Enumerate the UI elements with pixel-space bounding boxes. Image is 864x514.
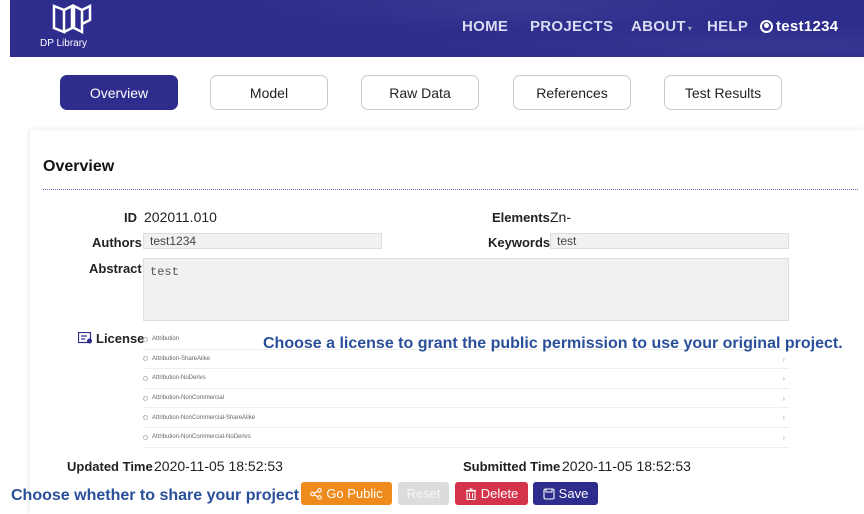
abstract-textarea[interactable]: test (143, 258, 789, 321)
elements-value: Zn- (550, 209, 571, 225)
save-label: Save (558, 486, 589, 501)
logo-text: DP Library (40, 38, 88, 49)
chevron-right-icon: › (782, 432, 785, 442)
go-public-label: Go Public (326, 486, 383, 501)
certificate-icon (78, 332, 92, 344)
tab-overview[interactable]: Overview (60, 75, 178, 110)
radio-icon (143, 356, 148, 362)
updated-time-value: 2020-11-05 18:52:53 (154, 458, 283, 474)
tab-test-results[interactable]: Test Results (664, 75, 782, 110)
username: test1234 (776, 18, 839, 35)
keywords-field[interactable]: test (550, 233, 789, 249)
authors-field[interactable]: test1234 (143, 233, 382, 249)
chevron-down-icon: ▾ (687, 24, 693, 33)
license-option-noncommercial-sharealike[interactable]: Attribution-NonCommercial-ShareAlike › (143, 408, 789, 428)
license-option-label: Attribution (152, 336, 180, 343)
user-menu[interactable]: test1234 (760, 18, 838, 35)
chevron-right-icon: › (782, 374, 785, 384)
nav-help[interactable]: HELP (707, 18, 748, 35)
radio-icon (143, 395, 148, 401)
license-option-label: Attribution-NoDerivs (152, 375, 206, 382)
license-option-noncommercial-noderivs[interactable]: Attribution-NonCommercial-NoDerivs › (143, 428, 789, 448)
chevron-right-icon: › (782, 393, 785, 403)
chevron-right-icon: › (782, 354, 785, 364)
radio-icon (143, 415, 148, 421)
license-hint: Choose a license to grant the public per… (263, 335, 843, 352)
nav-projects[interactable]: PROJECTS (530, 18, 613, 35)
license-label: License (96, 331, 145, 346)
chevron-right-icon: › (782, 413, 785, 423)
overview-card (30, 130, 864, 514)
tab-references[interactable]: References (513, 75, 631, 110)
reset-button[interactable]: Reset (398, 482, 449, 505)
submitted-time-label: Submitted Time (463, 459, 561, 474)
license-option-label: Attribution-NonCommercial (152, 395, 225, 402)
section-divider (43, 189, 858, 190)
id-value: 202011.010 (144, 209, 217, 225)
submitted-time-value: 2020-11-05 18:52:53 (562, 458, 691, 474)
delete-label: Delete (480, 486, 519, 501)
radio-icon (143, 434, 148, 440)
nav-home[interactable]: HOME (462, 18, 508, 35)
delete-button[interactable]: Delete (455, 482, 528, 505)
elements-label: Elements (492, 210, 550, 225)
user-circle-icon (760, 20, 773, 33)
radio-icon (143, 336, 148, 342)
nav-about[interactable]: ABOUT ▾ (631, 18, 692, 35)
dp-library-logo[interactable]: DP Library (40, 4, 100, 50)
license-option-noncommercial[interactable]: Attribution-NonCommercial › (143, 389, 789, 409)
top-nav-bar: DP Library HOME PROJECTS ABOUT ▾ HELP tes… (10, 0, 864, 57)
id-label: ID (124, 210, 137, 225)
license-option-label: Attribution-ShareAlike (152, 355, 211, 362)
save-button[interactable]: Save (533, 482, 598, 505)
nav-about-label: ABOUT (631, 18, 686, 35)
tab-raw-data[interactable]: Raw Data (361, 75, 479, 110)
keywords-label: Keywords (488, 235, 551, 250)
radio-icon (143, 375, 148, 381)
authors-label: Authors (92, 235, 142, 250)
abstract-label: Abstract (89, 261, 142, 276)
logo-mark-icon (52, 4, 92, 34)
go-public-button[interactable]: Go Public (301, 482, 392, 505)
license-option-label: Attribution-NonCommercial-NoDerivs (152, 434, 251, 441)
share-hint: Choose whether to share your project (11, 487, 300, 504)
license-option-label: Attribution-NonCommercial-ShareAlike (152, 414, 256, 421)
trash-icon (465, 487, 476, 500)
tab-model[interactable]: Model (210, 75, 328, 110)
updated-time-label: Updated Time (67, 459, 153, 474)
floppy-icon (543, 487, 555, 500)
share-icon (310, 487, 323, 500)
license-option-noderivs[interactable]: Attribution-NoDerivs › (143, 369, 789, 389)
section-title: Overview (43, 158, 115, 175)
